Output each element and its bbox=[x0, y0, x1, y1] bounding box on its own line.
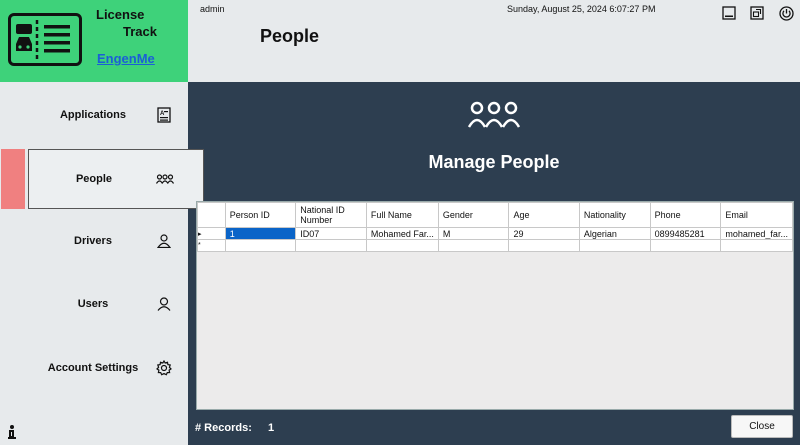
table-row[interactable]: ▸ 1 ID07 Mohamed Far... M 29 Algerian 08… bbox=[197, 227, 793, 240]
column-header[interactable]: Email bbox=[720, 202, 793, 228]
people-group-icon bbox=[156, 170, 174, 188]
restore-window-icon[interactable] bbox=[749, 5, 765, 21]
app-name-line1: License bbox=[96, 7, 145, 22]
app-name: License Track bbox=[96, 6, 176, 40]
new-row-asterisk-icon[interactable]: * bbox=[197, 239, 226, 252]
sidebar-item-people[interactable]: People bbox=[28, 149, 204, 209]
table-cell[interactable] bbox=[508, 239, 580, 252]
column-header[interactable]: Gender bbox=[437, 202, 510, 228]
sidebar-item-label: Account Settings bbox=[47, 361, 139, 374]
table-cell[interactable]: M bbox=[437, 227, 510, 240]
table-cell[interactable] bbox=[437, 239, 510, 252]
new-row[interactable]: * bbox=[197, 239, 793, 252]
header: admin Sunday, August 25, 2024 6:07:27 PM… bbox=[188, 0, 800, 82]
page-title: People bbox=[260, 26, 320, 46]
app-brand: License Track EngenMe bbox=[0, 0, 188, 82]
column-header[interactable]: Nationality bbox=[578, 202, 651, 228]
table-cell[interactable]: 1 bbox=[224, 227, 297, 240]
user-icon bbox=[155, 295, 173, 313]
table-cell[interactable] bbox=[224, 239, 297, 252]
sidebar-item-users[interactable]: Users bbox=[28, 274, 204, 334]
table-cell[interactable]: 0899485281 bbox=[649, 227, 722, 240]
column-header[interactable]: Phone bbox=[649, 202, 722, 228]
sidebar-item-label: People bbox=[75, 172, 113, 185]
sidebar-item-label: Drivers bbox=[74, 234, 112, 247]
sidebar-item-drivers[interactable]: Drivers bbox=[28, 211, 204, 271]
info-icon[interactable] bbox=[6, 424, 18, 440]
column-header[interactable]: Age bbox=[508, 202, 580, 228]
table-cell[interactable]: mohamed_far... bbox=[720, 227, 793, 240]
sidebar-item-label: Users bbox=[77, 297, 109, 310]
table-cell[interactable] bbox=[720, 239, 793, 252]
datetime: Sunday, August 25, 2024 6:07:27 PM bbox=[507, 4, 656, 14]
engenme-link[interactable]: EngenMe bbox=[97, 51, 155, 66]
table-cell[interactable]: ID07 bbox=[295, 227, 367, 240]
driver-person-icon bbox=[155, 232, 173, 250]
people-group-icon bbox=[467, 100, 521, 130]
table-cell[interactable]: Algerian bbox=[578, 227, 651, 240]
active-nav-marker bbox=[1, 149, 25, 209]
column-header[interactable]: Person ID bbox=[224, 202, 297, 228]
sidebar-item-label: Applications bbox=[59, 108, 126, 121]
table-cell[interactable] bbox=[295, 239, 367, 252]
current-user: admin bbox=[200, 4, 225, 14]
close-button[interactable]: Close bbox=[731, 415, 793, 438]
gear-icon bbox=[155, 359, 173, 377]
records-count: 1 bbox=[268, 422, 275, 434]
minimize-icon[interactable] bbox=[721, 5, 737, 21]
column-header[interactable]: National ID Number bbox=[295, 202, 367, 228]
table-cell[interactable] bbox=[365, 239, 439, 252]
column-header[interactable]: Full Name bbox=[365, 202, 439, 228]
app-name-line2: Track bbox=[123, 24, 157, 39]
row-header-corner bbox=[197, 202, 226, 228]
license-card-icon bbox=[8, 13, 82, 66]
table-cell[interactable] bbox=[649, 239, 722, 252]
sidebar-item-account-settings[interactable]: Account Settings bbox=[28, 338, 204, 398]
application-form-icon: A bbox=[155, 106, 173, 124]
records-label: # Records: bbox=[195, 422, 252, 434]
table-cell[interactable]: 29 bbox=[508, 227, 580, 240]
sidebar-item-applications[interactable]: Applications A bbox=[28, 85, 204, 145]
table-header-row: Person ID National ID Number Full Name G… bbox=[197, 202, 793, 228]
current-row-indicator-icon[interactable]: ▸ bbox=[197, 227, 226, 240]
section-title: Manage People bbox=[428, 152, 560, 172]
table-cell[interactable]: Mohamed Far... bbox=[365, 227, 439, 240]
power-icon[interactable] bbox=[778, 5, 794, 21]
people-table[interactable]: Person ID National ID Number Full Name G… bbox=[196, 201, 794, 410]
table-cell[interactable] bbox=[578, 239, 651, 252]
